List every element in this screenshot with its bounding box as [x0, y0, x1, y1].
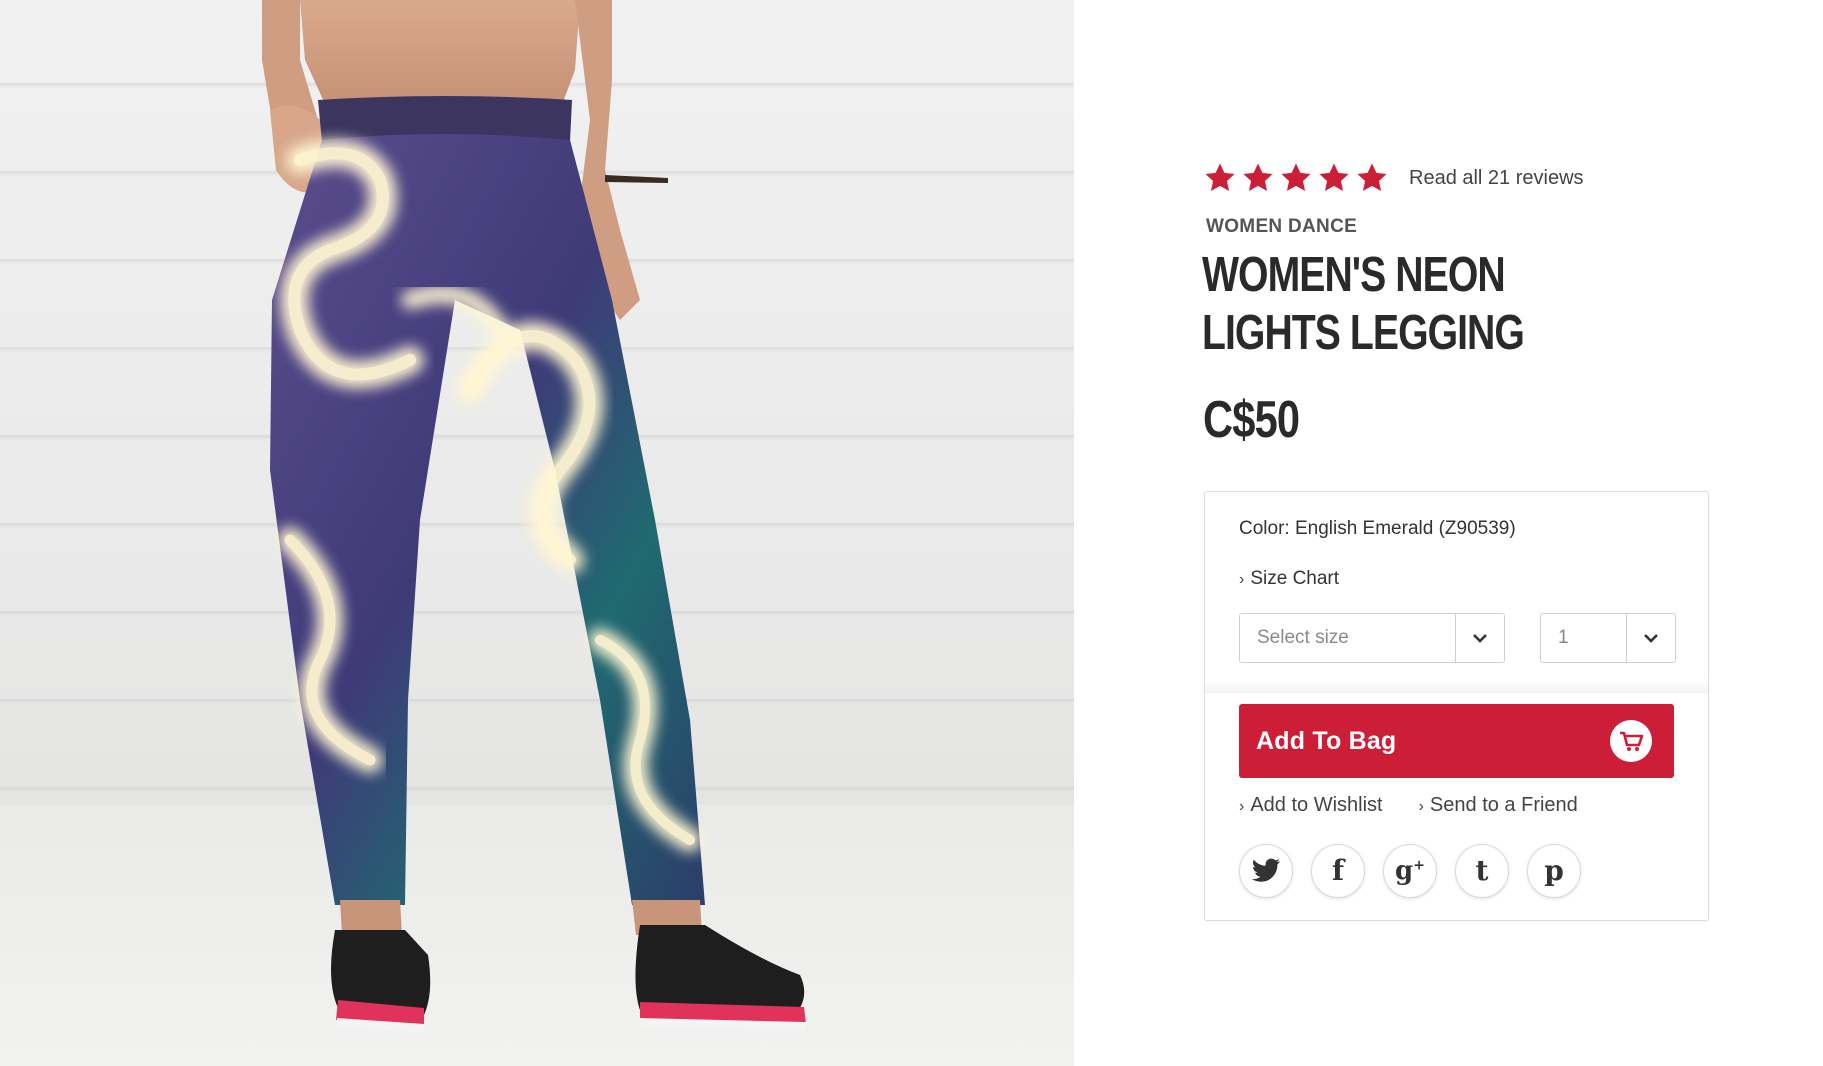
read-reviews-link[interactable]: Read all 21 reviews [1409, 167, 1584, 190]
divider [1205, 679, 1708, 693]
star-icon [1319, 163, 1349, 192]
buy-box: Color: English Emerald (Z90539) › Size Ch… [1204, 491, 1709, 921]
tumblr-icon: t [1475, 854, 1489, 887]
pinterest-share-button[interactable]: p [1527, 844, 1581, 898]
chevron-right-icon: › [1239, 571, 1245, 588]
leggings-illustration [262, 0, 806, 1032]
quantity-value: 1 [1558, 627, 1569, 648]
chevron-down-icon [1644, 634, 1658, 643]
chevron-down-icon [1473, 634, 1487, 643]
add-to-bag-label: Add To Bag [1256, 726, 1397, 755]
google-plus-share-button[interactable]: g+ [1383, 844, 1437, 898]
product-photo [0, 0, 1074, 1066]
product-category: WOMEN DANCE [1206, 216, 1358, 237]
facebook-icon: f [1331, 854, 1345, 887]
quantity-select[interactable]: 1 [1540, 613, 1676, 663]
social-share-row: f g+ t p [1239, 844, 1581, 898]
size-dropdown-button[interactable] [1455, 614, 1504, 662]
add-to-wishlist-link[interactable]: › Add to Wishlist [1239, 794, 1383, 817]
star-icon [1281, 163, 1311, 192]
size-chart-label: Size Chart [1250, 568, 1340, 589]
star-icon [1357, 163, 1387, 192]
facebook-share-button[interactable]: f [1311, 844, 1365, 898]
product-page: Read all 21 reviews WOMEN DANCE WOMEN'S … [0, 0, 1823, 1066]
product-price: C$50 [1203, 391, 1300, 449]
twitter-icon [1252, 858, 1280, 882]
twitter-share-button[interactable] [1239, 844, 1293, 898]
size-select-placeholder: Select size [1257, 627, 1349, 648]
star-icon [1205, 163, 1235, 192]
size-select[interactable]: Select size [1239, 613, 1505, 663]
add-to-bag-button[interactable]: Add To Bag [1239, 704, 1674, 778]
size-chart-link[interactable]: › Size Chart [1239, 568, 1339, 590]
chevron-right-icon: › [1418, 798, 1424, 815]
color-info: Color: English Emerald (Z90539) [1239, 518, 1516, 539]
quantity-dropdown-button[interactable] [1626, 614, 1675, 662]
pinterest-icon: p [1544, 854, 1564, 887]
send-to-friend-label: Send to a Friend [1429, 794, 1578, 816]
add-to-wishlist-label: Add to Wishlist [1250, 794, 1383, 816]
google-plus-icon: g+ [1395, 856, 1425, 886]
tumblr-share-button[interactable]: t [1455, 844, 1509, 898]
rating-row: Read all 21 reviews [1203, 158, 1584, 198]
product-title: WOMEN'S NEON LIGHTS LEGGING [1202, 248, 1525, 360]
star-icon [1243, 163, 1273, 192]
send-to-friend-link[interactable]: › Send to a Friend [1419, 794, 1578, 817]
chevron-right-icon: › [1239, 798, 1245, 815]
secondary-actions: › Add to Wishlist › Send to a Friend [1239, 794, 1578, 817]
star-rating [1203, 161, 1393, 195]
cart-icon [1610, 720, 1652, 762]
